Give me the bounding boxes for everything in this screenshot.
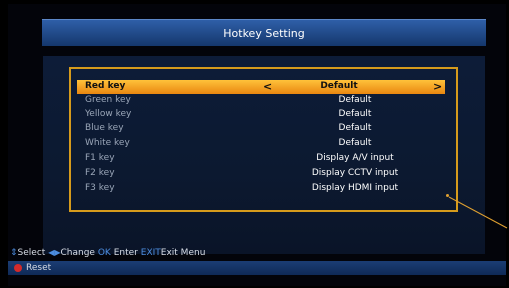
- left-right-icon: ◀▶: [48, 248, 61, 257]
- hotkey-value: Display A/V input: [316, 153, 394, 163]
- hotkey-label: White key: [85, 138, 130, 148]
- hotkey-row-f2[interactable]: F2 key Display CCTV input: [77, 167, 445, 181]
- hotkey-value: Display CCTV input: [311, 168, 399, 178]
- exit-key-icon: EXIT: [140, 248, 161, 258]
- hotkey-label: F3 key: [85, 183, 115, 193]
- help-select-label: Select: [17, 248, 46, 258]
- hotkey-row-green[interactable]: Green key Default: [77, 94, 445, 108]
- red-button-icon: [14, 264, 22, 272]
- right-arrow-icon[interactable]: >: [433, 80, 442, 93]
- pointer-dot: [446, 194, 449, 197]
- hotkey-label: Blue key: [85, 123, 124, 133]
- hotkey-row-yellow[interactable]: Yellow key Default: [77, 108, 445, 122]
- hotkey-label: Red key: [85, 81, 126, 91]
- help-exit-label: Exit Menu: [160, 248, 206, 258]
- hotkey-row-red[interactable]: Red key < Default >: [77, 80, 445, 94]
- ok-key-icon: OK: [97, 248, 111, 258]
- hotkey-row-white[interactable]: White key Default: [77, 137, 445, 151]
- help-enter-label: Enter: [113, 248, 138, 258]
- hotkey-value: Display HDMI input: [311, 183, 399, 193]
- hotkey-value: Default: [338, 123, 372, 133]
- hotkey-value: Default: [338, 109, 372, 119]
- hotkey-row-f1[interactable]: F1 key Display A/V input: [77, 152, 445, 166]
- hotkey-row-f3[interactable]: F3 key Display HDMI input: [77, 182, 445, 196]
- up-down-icon: ⇕: [10, 248, 18, 258]
- hotkey-label: Green key: [85, 95, 131, 105]
- reset-bar[interactable]: Reset: [8, 261, 506, 275]
- hotkey-label: Yellow key: [85, 109, 132, 119]
- help-bar: ⇕Select ◀▶Change OK Enter EXITExit Menu: [10, 248, 270, 260]
- hotkey-label: F2 key: [85, 168, 115, 178]
- hotkey-label: F1 key: [85, 153, 115, 163]
- hotkey-value: Default: [338, 138, 372, 148]
- hotkey-value: Default: [320, 81, 358, 91]
- title-bar: Hotkey Setting: [42, 19, 486, 46]
- help-change-label: Change: [60, 248, 95, 258]
- reset-label: Reset: [26, 263, 52, 273]
- hotkey-value: Default: [338, 95, 372, 105]
- hotkey-row-blue[interactable]: Blue key Default: [77, 122, 445, 136]
- page-title: Hotkey Setting: [223, 26, 305, 40]
